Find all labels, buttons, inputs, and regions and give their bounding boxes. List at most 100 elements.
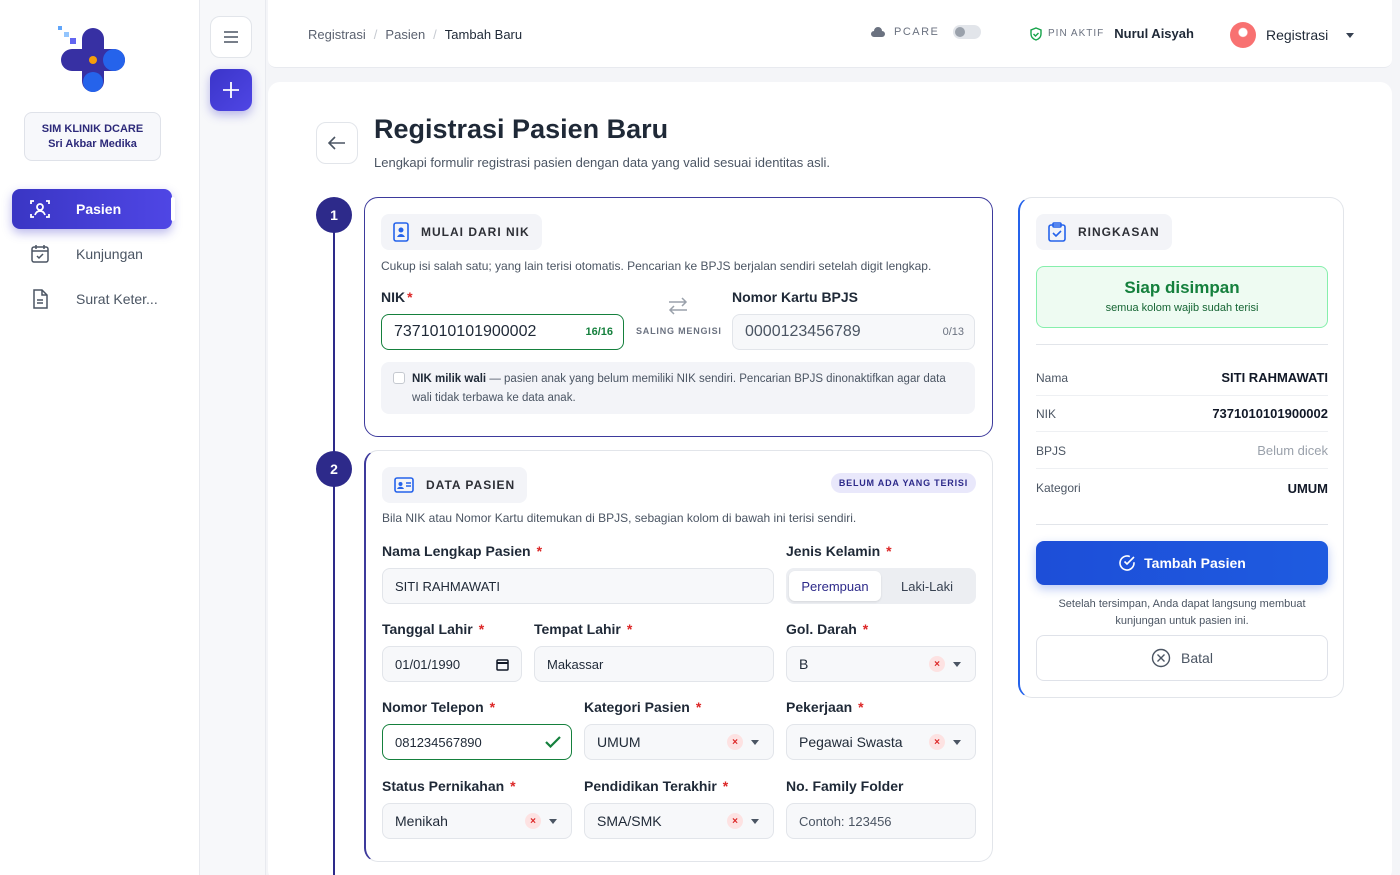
goldar-select[interactable]: B × <box>786 646 976 682</box>
summary-key: Kategori <box>1036 481 1081 495</box>
nik-card-header: MULAI DARI NIK <box>381 214 542 250</box>
tempat-lahir-input[interactable]: Makassar <box>534 646 774 682</box>
kategori-label: Kategori Pasien * <box>584 699 701 715</box>
account-menu[interactable]: Registrasi <box>1230 22 1355 48</box>
gender-option-perempuan[interactable]: Perempuan <box>789 571 881 601</box>
arrow-left-icon <box>328 136 345 150</box>
avatar <box>1230 22 1256 48</box>
pekerjaan-select[interactable]: Pegawai Swasta × <box>786 724 976 760</box>
bpjs-input[interactable]: 0000123456789 0/13 <box>732 314 975 350</box>
close-circle-icon <box>1151 648 1171 668</box>
status-nikah-value: Menikah <box>395 813 448 829</box>
summary-key: NIK <box>1036 406 1057 421</box>
quick-action-rail <box>200 0 266 875</box>
required-marker: * <box>695 699 702 715</box>
step-number-1: 1 <box>316 197 352 233</box>
clear-icon[interactable]: × <box>525 813 541 829</box>
chevron-down-icon <box>549 818 557 824</box>
nama-label: Nama Lengkap Pasien * <box>382 543 542 559</box>
divider <box>1036 524 1328 525</box>
clinic-logo-icon <box>58 26 125 92</box>
family-folder-input[interactable]: Contoh: 123456 <box>786 803 976 839</box>
pendidikan-select[interactable]: SMA/SMK × <box>584 803 774 839</box>
ready-title: Siap disimpan <box>1124 278 1240 297</box>
required-marker: * <box>722 778 729 794</box>
gender-label-text: Jenis Kelamin <box>786 543 881 559</box>
pekerjaan-label: Pekerjaan * <box>786 699 864 715</box>
clear-icon[interactable]: × <box>727 813 743 829</box>
check-icon <box>545 736 561 748</box>
gender-label: Jenis Kelamin * <box>786 543 892 559</box>
clinic-name-box: SIM KLINIK DCARE Sri Akbar Medika <box>24 112 161 161</box>
active-user-name: Nurul Aisyah <box>1114 26 1194 41</box>
pendidikan-label: Pendidikan Terakhir * <box>584 778 728 794</box>
summary-value: UMUM <box>1287 480 1328 496</box>
breadcrumb-separator: / <box>433 27 437 42</box>
kategori-select[interactable]: UMUM × <box>584 724 774 760</box>
ready-subtitle: semua kolom wajib sudah terisi <box>1105 302 1259 314</box>
wali-text-bold: NIK milik wali <box>412 373 487 385</box>
cloud-icon <box>871 27 885 37</box>
summary-key: BPJS <box>1036 443 1067 458</box>
breadcrumb-pasien[interactable]: Pasien <box>385 27 425 42</box>
gender-option-laki-laki[interactable]: Laki-Laki <box>881 571 973 601</box>
wali-checkbox[interactable] <box>393 372 405 384</box>
patient-card-header: DATA PASIEN <box>382 467 528 503</box>
sidebar-item-label: Surat Keter... <box>76 291 158 307</box>
step-timeline <box>333 222 335 875</box>
document-icon <box>28 287 52 311</box>
calendar-picker-icon[interactable] <box>496 658 509 671</box>
breadcrumb-separator: / <box>373 27 378 42</box>
nik-input-value: 7371010101900002 <box>394 323 537 340</box>
sidebar-item-kunjungan[interactable]: Kunjungan <box>12 234 172 274</box>
tgl-lahir-label-text: Tanggal Lahir <box>382 621 473 637</box>
patient-data-card: DATA PASIEN BELUM ADA YANG TERISI Bila N… <box>364 450 993 862</box>
status-nikah-label-text: Status Pernikahan <box>382 778 505 794</box>
breadcrumb-current: Tambah Baru <box>444 27 523 42</box>
page-subtitle: Lengkapi formulir registrasi pasien deng… <box>374 155 830 170</box>
summary-header: RINGKASAN <box>1036 214 1172 250</box>
batal-button[interactable]: Batal <box>1036 635 1328 681</box>
goldar-label: Gol. Darah * <box>786 621 868 637</box>
summary-key: Nama <box>1036 370 1069 385</box>
clear-icon[interactable]: × <box>727 734 743 750</box>
telepon-input[interactable]: 081234567890 <box>382 724 572 760</box>
clear-icon[interactable]: × <box>929 734 945 750</box>
id-card-icon <box>394 477 414 493</box>
add-new-button[interactable] <box>210 69 252 111</box>
nik-input[interactable]: 7371010101900002 16/16 <box>381 314 624 350</box>
tambah-pasien-button[interactable]: Tambah Pasien <box>1036 541 1328 585</box>
pekerjaan-value: Pegawai Swasta <box>799 734 903 750</box>
required-marker: * <box>489 699 496 715</box>
pcare-toggle[interactable] <box>953 25 982 39</box>
step-number-2: 2 <box>316 451 352 487</box>
breadcrumb-registrasi[interactable]: Registrasi <box>308 27 366 42</box>
wali-text: NIK milik wali — pasien anak yang belum … <box>412 370 962 408</box>
patient-card-hint: Bila NIK atau Nomor Kartu ditemukan di B… <box>382 511 857 525</box>
family-folder-label: No. Family Folder <box>786 778 904 794</box>
sidebar-item-surat[interactable]: Surat Keter... <box>12 279 172 319</box>
pendidikan-label-text: Pendidikan Terakhir <box>584 778 717 794</box>
sidebar-item-label: Kunjungan <box>76 246 143 262</box>
telepon-label-text: Nomor Telepon <box>382 699 484 715</box>
back-button[interactable] <box>316 122 358 164</box>
sidebar-item-pasien[interactable]: Pasien <box>12 189 175 229</box>
id-badge-icon <box>393 222 409 242</box>
clear-icon[interactable]: × <box>929 656 945 672</box>
clipboard-check-icon <box>1048 222 1066 242</box>
status-nikah-select[interactable]: Menikah × <box>382 803 572 839</box>
menu-toggle-button[interactable] <box>210 16 252 58</box>
tgl-lahir-input[interactable]: 01/01/1990 <box>382 646 522 682</box>
batal-label: Batal <box>1181 650 1213 666</box>
required-marker: * <box>407 289 413 305</box>
bpjs-label: Nomor Kartu BPJS <box>732 289 859 305</box>
bpjs-counter: 0/13 <box>942 326 964 338</box>
main-content: Registrasi Pasien Baru Lengkapi formulir… <box>268 82 1392 875</box>
summary-value: 7371010101900002 <box>1212 406 1328 421</box>
top-header: Registrasi / Pasien / Tambah Baru PCARE … <box>268 0 1392 68</box>
swap-arrows-icon <box>668 297 688 315</box>
summary-row-nama: Nama SITI RAHMAWATI <box>1036 360 1328 396</box>
nama-input[interactable]: SITI RAHMAWATI <box>382 568 774 604</box>
nik-label: NIK * <box>381 289 413 305</box>
page-title: Registrasi Pasien Baru <box>374 114 669 144</box>
